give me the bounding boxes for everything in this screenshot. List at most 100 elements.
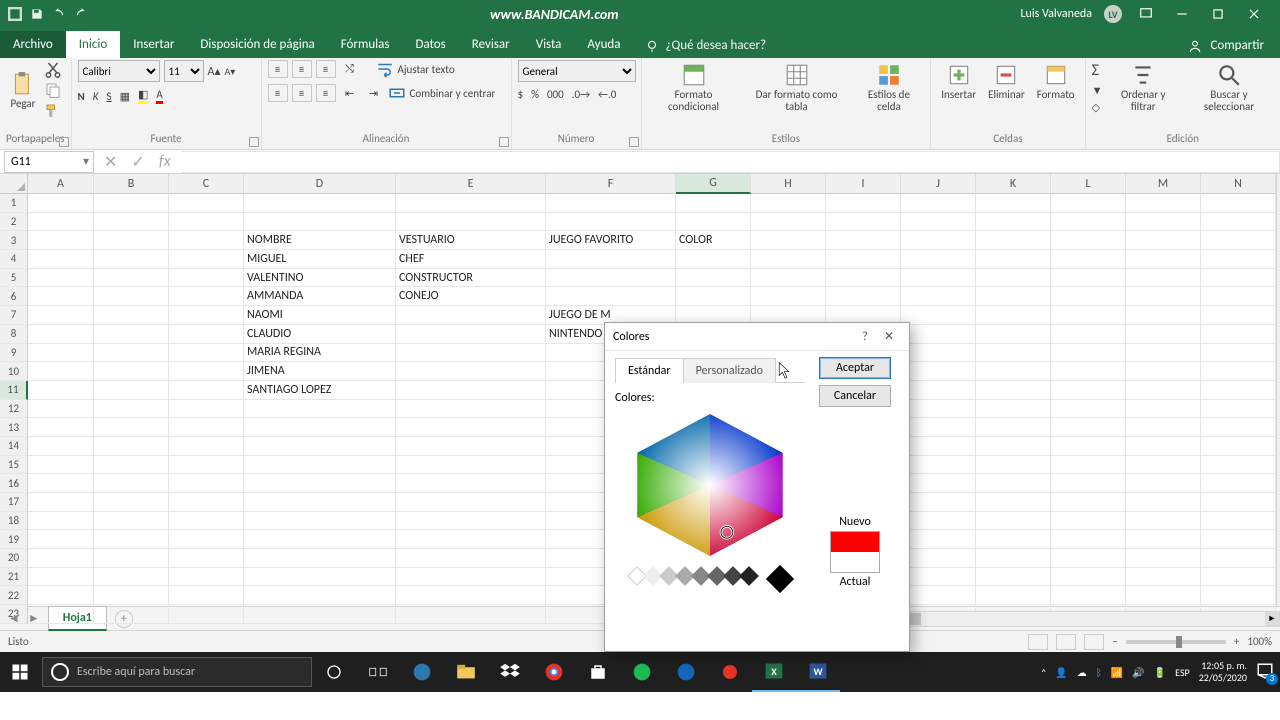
cell[interactable]	[901, 549, 976, 568]
cell[interactable]	[94, 381, 169, 400]
cell[interactable]	[396, 194, 546, 213]
cell[interactable]	[169, 325, 244, 344]
cell[interactable]	[901, 418, 976, 437]
number-format-select[interactable]: General	[518, 60, 636, 82]
sort-filter-button[interactable]: Ordenar y filtrar	[1106, 60, 1179, 115]
cell[interactable]	[169, 549, 244, 568]
cell[interactable]	[1051, 437, 1126, 456]
vertical-scrollbar[interactable]	[1276, 174, 1280, 606]
cell[interactable]	[396, 381, 546, 400]
increase-decimal-icon[interactable]: .0→	[572, 88, 590, 101]
cell[interactable]: AMMANDA	[244, 287, 396, 306]
column-header[interactable]: H	[751, 174, 826, 194]
cell[interactable]	[546, 287, 676, 306]
cell[interactable]	[396, 344, 546, 363]
cell[interactable]	[244, 194, 396, 213]
format-as-table-button[interactable]: Dar formato como tabla	[743, 60, 849, 115]
cell[interactable]	[28, 474, 94, 493]
cell[interactable]	[976, 549, 1051, 568]
cell[interactable]	[976, 306, 1051, 325]
cell[interactable]	[169, 194, 244, 213]
cell[interactable]	[94, 568, 169, 587]
cell[interactable]	[976, 512, 1051, 531]
cell[interactable]	[1126, 493, 1201, 512]
align-right-icon[interactable]: ≡	[316, 84, 336, 102]
column-header[interactable]: L	[1051, 174, 1126, 194]
cell[interactable]	[1126, 194, 1201, 213]
delete-cells-button[interactable]: Eliminar	[984, 60, 1029, 103]
cell[interactable]	[1126, 418, 1201, 437]
cell[interactable]	[1051, 381, 1126, 400]
cell[interactable]	[169, 418, 244, 437]
cell[interactable]	[94, 512, 169, 531]
cell[interactable]	[1201, 549, 1276, 568]
cell[interactable]	[1051, 400, 1126, 419]
align-middle-icon[interactable]: ≡	[292, 60, 312, 78]
cell[interactable]	[976, 568, 1051, 587]
tab-file[interactable]: Archivo	[0, 31, 66, 58]
cell[interactable]	[901, 362, 976, 381]
cell[interactable]	[169, 568, 244, 587]
cell[interactable]	[976, 530, 1051, 549]
cell[interactable]	[169, 586, 244, 605]
cell[interactable]	[169, 344, 244, 363]
increase-font-icon[interactable]: A▴	[208, 64, 221, 79]
cell[interactable]	[169, 250, 244, 269]
format-painter-icon[interactable]	[44, 102, 62, 120]
cell[interactable]	[28, 306, 94, 325]
store-icon[interactable]	[576, 652, 620, 692]
zoom-slider[interactable]	[1126, 640, 1226, 644]
zoom-value[interactable]: 100%	[1247, 635, 1272, 648]
grayscale-row[interactable]	[615, 569, 805, 589]
cell[interactable]: JUEGO FAVORITO	[546, 231, 676, 250]
cell[interactable]	[1051, 474, 1126, 493]
cell[interactable]	[396, 213, 546, 232]
cell[interactable]	[976, 474, 1051, 493]
word-taskbar-icon[interactable]: W	[796, 652, 840, 692]
tab-data[interactable]: Datos	[402, 31, 458, 58]
cell[interactable]	[169, 493, 244, 512]
cell[interactable]	[976, 194, 1051, 213]
conditional-format-button[interactable]: Formato condicional	[648, 60, 740, 115]
row-header[interactable]: 6	[0, 287, 28, 306]
row-header[interactable]: 16	[0, 474, 28, 493]
tray-onedrive-icon[interactable]: ☁	[1077, 666, 1087, 679]
cell[interactable]	[1126, 400, 1201, 419]
cell[interactable]	[976, 213, 1051, 232]
font-color-icon[interactable]: A	[156, 88, 162, 104]
tab-insert[interactable]: Insertar	[120, 31, 187, 58]
italic-button[interactable]: K	[93, 90, 99, 103]
cell[interactable]	[396, 456, 546, 475]
cell[interactable]	[976, 287, 1051, 306]
cell[interactable]	[976, 400, 1051, 419]
cell[interactable]	[1051, 456, 1126, 475]
cell[interactable]	[1126, 474, 1201, 493]
column-header[interactable]: A	[28, 174, 94, 194]
cell[interactable]	[826, 231, 901, 250]
cell[interactable]	[28, 549, 94, 568]
taskbar-search[interactable]: Escribe aquí para buscar	[42, 657, 312, 687]
cell[interactable]	[169, 456, 244, 475]
cell[interactable]	[244, 586, 396, 605]
cell[interactable]	[169, 474, 244, 493]
cell[interactable]	[676, 287, 751, 306]
cell[interactable]	[1201, 213, 1276, 232]
cell[interactable]	[94, 530, 169, 549]
sheet-nav-prev-icon[interactable]: ◄	[8, 611, 20, 626]
autosum-icon[interactable]: Σ	[1092, 61, 1103, 80]
percent-icon[interactable]: %	[531, 88, 539, 101]
cell[interactable]	[1126, 586, 1201, 605]
dialog-tab-standard[interactable]: Estándar	[615, 358, 684, 383]
cell[interactable]	[1051, 549, 1126, 568]
cell[interactable]	[901, 306, 976, 325]
row-header[interactable]: 10	[0, 362, 28, 381]
cell[interactable]	[396, 437, 546, 456]
cell[interactable]	[1201, 400, 1276, 419]
cell[interactable]	[1051, 231, 1126, 250]
cell[interactable]	[396, 530, 546, 549]
ribbon-options-icon[interactable]	[1134, 5, 1158, 23]
cell[interactable]: SANTIAGO LOPEZ	[244, 381, 396, 400]
cell[interactable]	[901, 530, 976, 549]
cell[interactable]	[901, 512, 976, 531]
cell[interactable]	[1051, 325, 1126, 344]
